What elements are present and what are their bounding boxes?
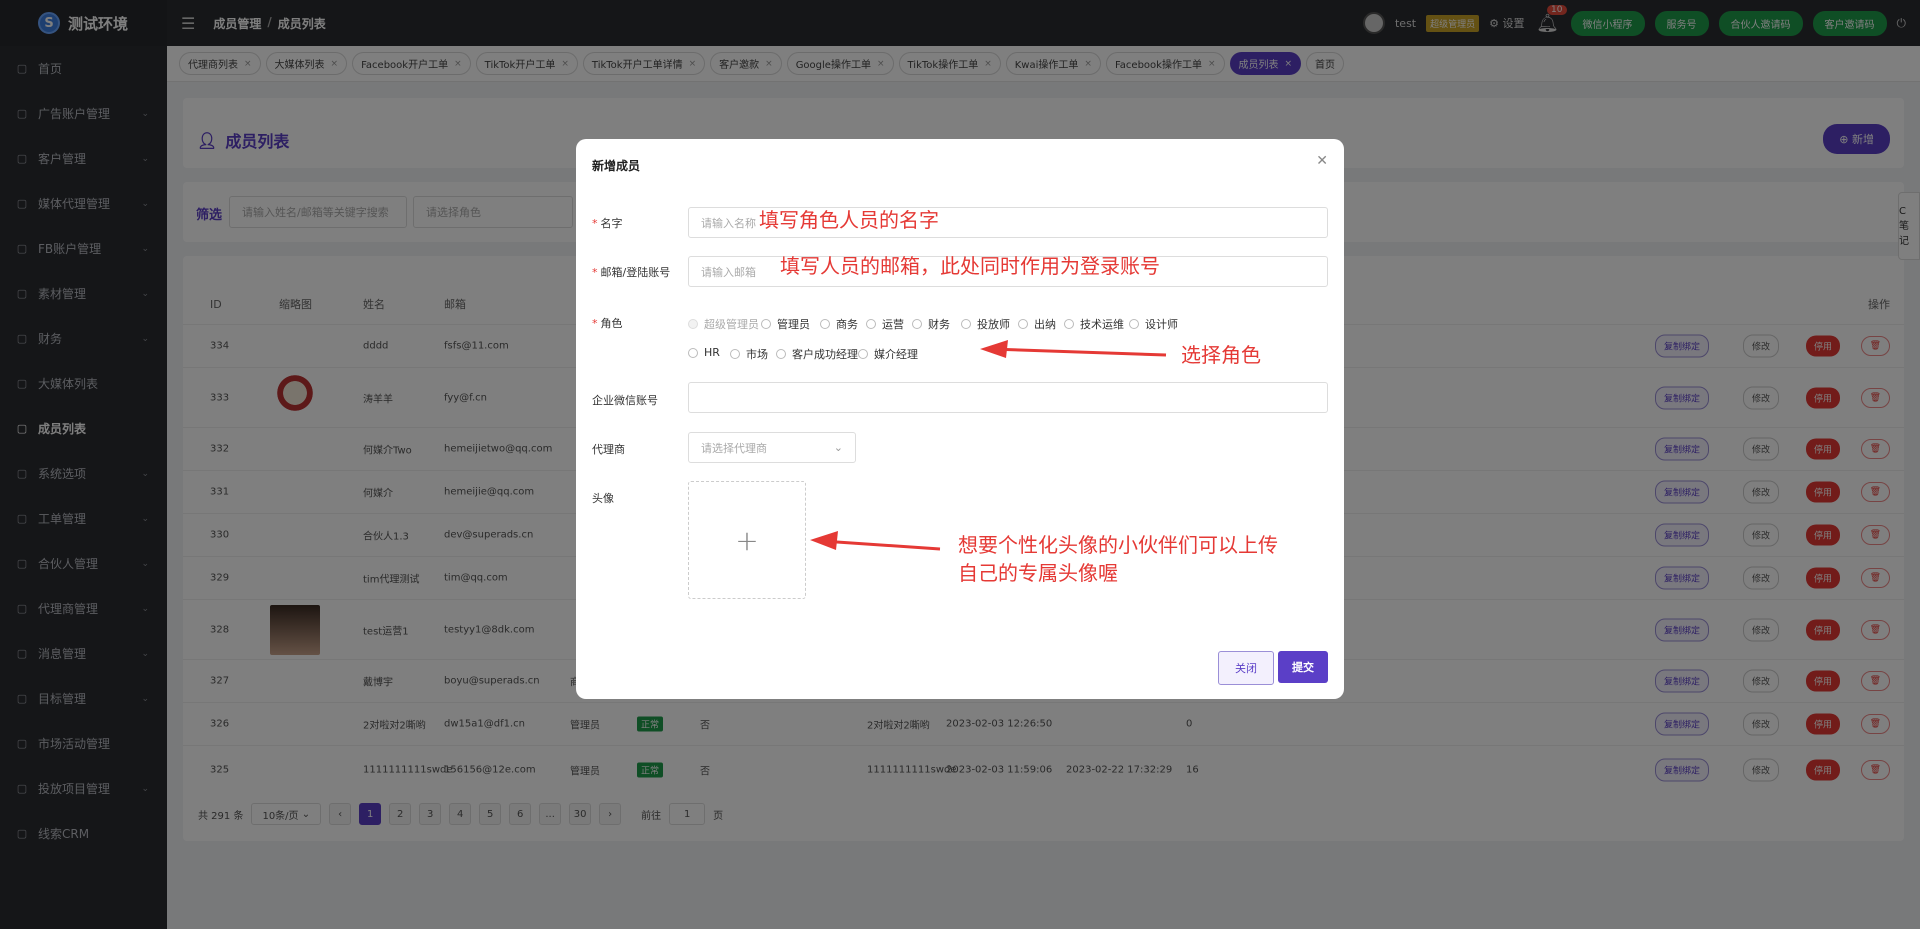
wechat-input[interactable] <box>688 382 1328 413</box>
role-radio-label: 投放师 <box>977 318 1010 331</box>
role-radio-label: 设计师 <box>1145 318 1178 331</box>
annotation-avatar-line1: 想要个性化头像的小伙伴们可以上传 <box>958 533 1278 557</box>
radio-circle-icon <box>820 319 830 329</box>
role-radio-label: 商务 <box>836 318 858 331</box>
role-radio[interactable]: HR <box>688 346 720 359</box>
role-radio-label: HR <box>704 346 720 359</box>
plus-icon: + <box>735 523 759 557</box>
dialog-title: 新增成员 <box>592 159 641 173</box>
radio-circle-icon <box>776 349 786 359</box>
role-radio[interactable]: 超级管理员 <box>688 316 759 332</box>
radio-circle-icon <box>1064 319 1074 329</box>
name-label: * 名字 <box>592 217 623 230</box>
radio-circle-icon <box>688 319 698 329</box>
add-member-dialog: 新增成员 ✕ * 名字 请输入名称 * 邮箱/登陆账号 请输入邮箱 * 角色 超级管理… <box>576 139 1344 699</box>
role-radio-label: 市场 <box>746 348 768 361</box>
role-radio[interactable]: 媒介经理 <box>858 346 918 362</box>
role-radio-label: 财务 <box>928 318 950 331</box>
email-label: * 邮箱/登陆账号 <box>592 266 671 279</box>
annotation-email: 填写人员的邮箱，此处同时作用为登录账号 <box>780 254 1160 278</box>
agent-select-placeholder: 请选择代理商 <box>701 441 767 455</box>
wechat-label: 企业微信账号 <box>592 394 658 407</box>
close-button[interactable]: 关闭 <box>1218 651 1274 685</box>
role-radio[interactable]: 管理员 <box>761 316 810 332</box>
radio-circle-icon <box>1129 319 1139 329</box>
role-label-text: 角色 <box>600 317 623 330</box>
chevron-down-icon: ⌄ <box>833 441 843 454</box>
annotation-name: 填写角色人员的名字 <box>759 208 939 232</box>
role-radio[interactable]: 市场 <box>730 346 768 362</box>
agent-select[interactable]: 请选择代理商 ⌄ <box>688 432 856 463</box>
radio-circle-icon <box>858 349 868 359</box>
submit-button[interactable]: 提交 <box>1278 651 1328 683</box>
avatar-label: 头像 <box>592 492 614 505</box>
name-label-text: 名字 <box>600 217 623 230</box>
role-radio-label: 超级管理员 <box>704 318 759 331</box>
radio-circle-icon <box>730 349 740 359</box>
role-radio-label: 管理员 <box>777 318 810 331</box>
radio-circle-icon <box>688 347 698 358</box>
role-radio[interactable]: 商务 <box>820 316 858 332</box>
role-radio-label: 运营 <box>882 318 904 331</box>
role-radio[interactable]: 客户成功经理 <box>776 346 858 362</box>
radio-circle-icon <box>961 319 971 329</box>
role-radio[interactable]: 财务 <box>912 316 950 332</box>
annotation-avatar-line2: 自己的专属头像喔 <box>958 561 1118 585</box>
email-label-text: 邮箱/登陆账号 <box>600 266 671 279</box>
avatar-upload[interactable]: + <box>688 481 806 599</box>
agent-label: 代理商 <box>592 443 625 456</box>
role-label: * 角色 <box>592 317 623 330</box>
role-radio-label: 客户成功经理 <box>792 348 858 361</box>
role-radio[interactable]: 出纳 <box>1018 316 1056 332</box>
role-radio[interactable]: 技术运维 <box>1064 316 1124 332</box>
radio-circle-icon <box>1018 319 1028 329</box>
role-radio[interactable]: 设计师 <box>1129 316 1178 332</box>
role-radio-label: 媒介经理 <box>874 348 918 361</box>
radio-circle-icon <box>761 319 771 329</box>
annotation-role: 选择角色 <box>1181 343 1261 367</box>
role-radio[interactable]: 投放师 <box>961 316 1010 332</box>
close-icon[interactable]: ✕ <box>1316 153 1328 169</box>
role-radio-label: 出纳 <box>1034 318 1056 331</box>
role-radio[interactable]: 运营 <box>866 316 904 332</box>
radio-circle-icon <box>912 319 922 329</box>
radio-circle-icon <box>866 319 876 329</box>
role-radio-label: 技术运维 <box>1080 318 1124 331</box>
